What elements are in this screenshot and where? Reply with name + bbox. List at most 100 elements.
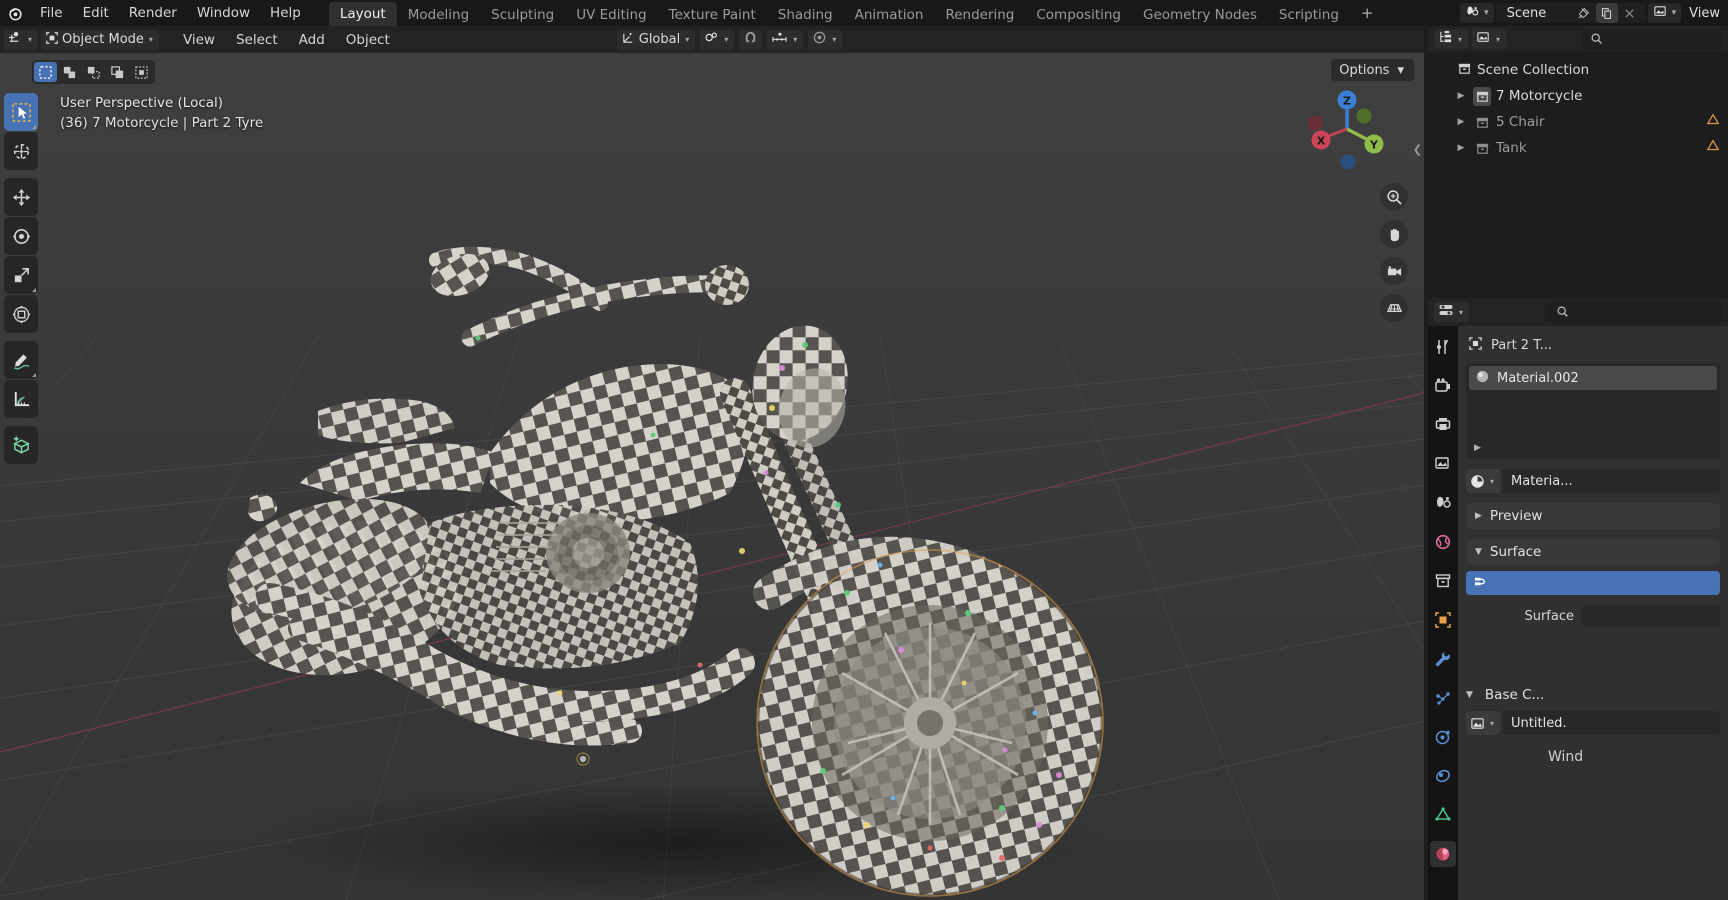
tool-scale[interactable] — [4, 256, 38, 294]
tab-layout[interactable]: Layout — [328, 2, 397, 26]
snap-toggle[interactable] — [739, 29, 763, 50]
constraints-tab-icon[interactable] — [1430, 763, 1456, 789]
modifier-tab-icon[interactable] — [1430, 646, 1456, 672]
add-workspace-button[interactable]: + — [1350, 0, 1385, 26]
world-tab-icon[interactable] — [1430, 529, 1456, 555]
expand-arrow-icon[interactable]: ▶ — [1474, 443, 1481, 453]
image-icon[interactable]: ▾ — [1466, 711, 1501, 735]
tab-sculpting[interactable]: Sculpting — [480, 4, 565, 26]
outliner-row-chair[interactable]: ▶ 5 Chair — [1428, 109, 1728, 135]
render-tab-icon[interactable] — [1430, 373, 1456, 399]
tweak-select-icon[interactable] — [34, 62, 57, 82]
scene-datablock-selector[interactable]: ▾ — [1460, 3, 1494, 23]
outliner-row-tank[interactable]: ▶ Tank — [1428, 135, 1728, 161]
material-browse-icon[interactable]: ▾ — [1466, 469, 1501, 493]
menu-file[interactable]: File — [30, 0, 73, 26]
camera-view-icon[interactable] — [1380, 257, 1408, 285]
sidebar-collapse-arrow-icon[interactable]: ❮ — [1413, 143, 1422, 156]
menu-help[interactable]: Help — [260, 0, 311, 26]
panel-header-preview[interactable]: ▶ Preview — [1466, 503, 1720, 529]
disclosure-triangle-icon[interactable]: ▶ — [1454, 91, 1468, 101]
viewport-menu-view[interactable]: View — [174, 26, 224, 53]
disclosure-triangle-icon[interactable]: ▶ — [1454, 143, 1468, 153]
toggle-perspective-icon[interactable] — [1380, 294, 1408, 322]
tool-move[interactable] — [4, 178, 38, 216]
output-tab-icon[interactable] — [1430, 412, 1456, 438]
blender-logo-icon[interactable] — [0, 0, 30, 26]
snap-target-selector[interactable]: ▾ — [767, 29, 804, 50]
outliner-search-field[interactable] — [1582, 29, 1722, 49]
view-layer-browse-selector[interactable]: ▾ — [1647, 3, 1682, 23]
pin-icon[interactable] — [1573, 3, 1595, 23]
material-datablock-name[interactable]: Materia... — [1503, 469, 1720, 493]
zoom-icon[interactable] — [1380, 183, 1408, 211]
menu-window[interactable]: Window — [187, 0, 260, 26]
panel-header-base-color[interactable]: ▼ Base C... — [1466, 687, 1720, 703]
scene-tab-icon[interactable] — [1430, 490, 1456, 516]
lasso-select-icon[interactable] — [106, 62, 129, 82]
tab-uv-editing[interactable]: UV Editing — [565, 4, 657, 26]
tab-scripting[interactable]: Scripting — [1268, 4, 1350, 26]
breadcrumb-object-label[interactable]: Part 2 T... — [1491, 338, 1552, 353]
object-tab-icon[interactable] — [1430, 607, 1456, 633]
extend-select-icon[interactable] — [130, 62, 153, 82]
material-slot-list[interactable]: Material.002 ▶ — [1466, 363, 1720, 459]
proportional-editing-toggle[interactable]: ▾ — [808, 29, 843, 50]
view-layer-tab-icon[interactable] — [1430, 451, 1456, 477]
motorcycle-3d-object[interactable] — [0, 53, 1424, 900]
pan-hand-icon[interactable] — [1380, 220, 1408, 248]
tool-cursor[interactable] — [4, 132, 38, 170]
navigation-gizmo[interactable]: Z Y X — [1306, 88, 1388, 170]
properties-search-field[interactable] — [1547, 301, 1722, 323]
panel-header-surface[interactable]: ▼ Surface — [1466, 539, 1720, 565]
viewlayer-icon[interactable] — [1653, 4, 1668, 23]
tool-add-cube[interactable] — [4, 426, 38, 464]
3d-viewport[interactable]: User Perspective (Local) (36) 7 Motorcyc… — [0, 53, 1424, 900]
material-slot-row[interactable]: Material.002 — [1469, 366, 1717, 390]
base-color-image-name[interactable]: Untitled. — [1503, 711, 1720, 735]
outliner-row-motorcycle[interactable]: ▶ 7 Motorcycle — [1428, 83, 1728, 109]
viewport-menu-select[interactable]: Select — [227, 26, 287, 53]
tab-texture-paint[interactable]: Texture Paint — [658, 4, 767, 26]
tab-geometry-nodes[interactable]: Geometry Nodes — [1132, 4, 1268, 26]
new-scene-icon[interactable] — [1595, 3, 1618, 23]
tab-shading[interactable]: Shading — [767, 4, 844, 26]
menu-render[interactable]: Render — [119, 0, 187, 26]
tool-annotate[interactable] — [4, 341, 38, 379]
close-icon[interactable] — [1619, 3, 1641, 23]
box-select-icon[interactable] — [58, 62, 81, 82]
tool-measure[interactable] — [4, 380, 38, 418]
scene-browse-icon[interactable] — [1465, 4, 1480, 23]
tool-select-box[interactable] — [4, 93, 38, 131]
tab-modeling[interactable]: Modeling — [397, 4, 480, 26]
pivot-point-selector[interactable]: ▾ — [700, 29, 735, 50]
outliner-row-scene-collection[interactable]: Scene Collection — [1428, 57, 1728, 83]
circle-select-icon[interactable] — [82, 62, 105, 82]
tab-rendering[interactable]: Rendering — [934, 4, 1025, 26]
scene-name-field[interactable]: Scene — [1495, 3, 1646, 23]
tool-transform[interactable] — [4, 295, 38, 333]
editor-type-selector[interactable]: ▾ — [4, 29, 39, 50]
tab-animation[interactable]: Animation — [844, 4, 935, 26]
menu-edit[interactable]: Edit — [73, 0, 119, 26]
material-tab-icon[interactable] — [1430, 841, 1456, 867]
interaction-mode-selector[interactable]: Object Mode ▾ — [41, 29, 159, 50]
particles-tab-icon[interactable] — [1430, 685, 1456, 711]
collection-tab-icon[interactable] — [1430, 568, 1456, 594]
outliner-display-mode-selector[interactable]: ▾ — [1434, 29, 1469, 49]
viewport-options-dropdown[interactable]: Options ▾ — [1331, 59, 1414, 81]
disclosure-triangle-icon[interactable]: ▶ — [1454, 117, 1468, 127]
outliner-filter-selector[interactable]: ▾ — [1472, 29, 1507, 49]
object-data-tab-icon[interactable] — [1430, 802, 1456, 828]
surface-node-selector[interactable] — [1466, 571, 1720, 595]
viewport-menu-object[interactable]: Object — [337, 26, 399, 53]
surface-field-value[interactable] — [1582, 605, 1720, 627]
tool-tab-icon[interactable] — [1430, 334, 1456, 360]
physics-tab-icon[interactable] — [1430, 724, 1456, 750]
transform-orientation-selector[interactable]: Global ▾ — [616, 29, 696, 50]
view-layer-name-label[interactable]: View — [1683, 6, 1726, 21]
viewport-menu-add[interactable]: Add — [290, 26, 334, 53]
properties-editor-type-selector[interactable]: ▾ — [1434, 302, 1470, 322]
tab-compositing[interactable]: Compositing — [1025, 4, 1132, 26]
tool-rotate[interactable] — [4, 217, 38, 255]
